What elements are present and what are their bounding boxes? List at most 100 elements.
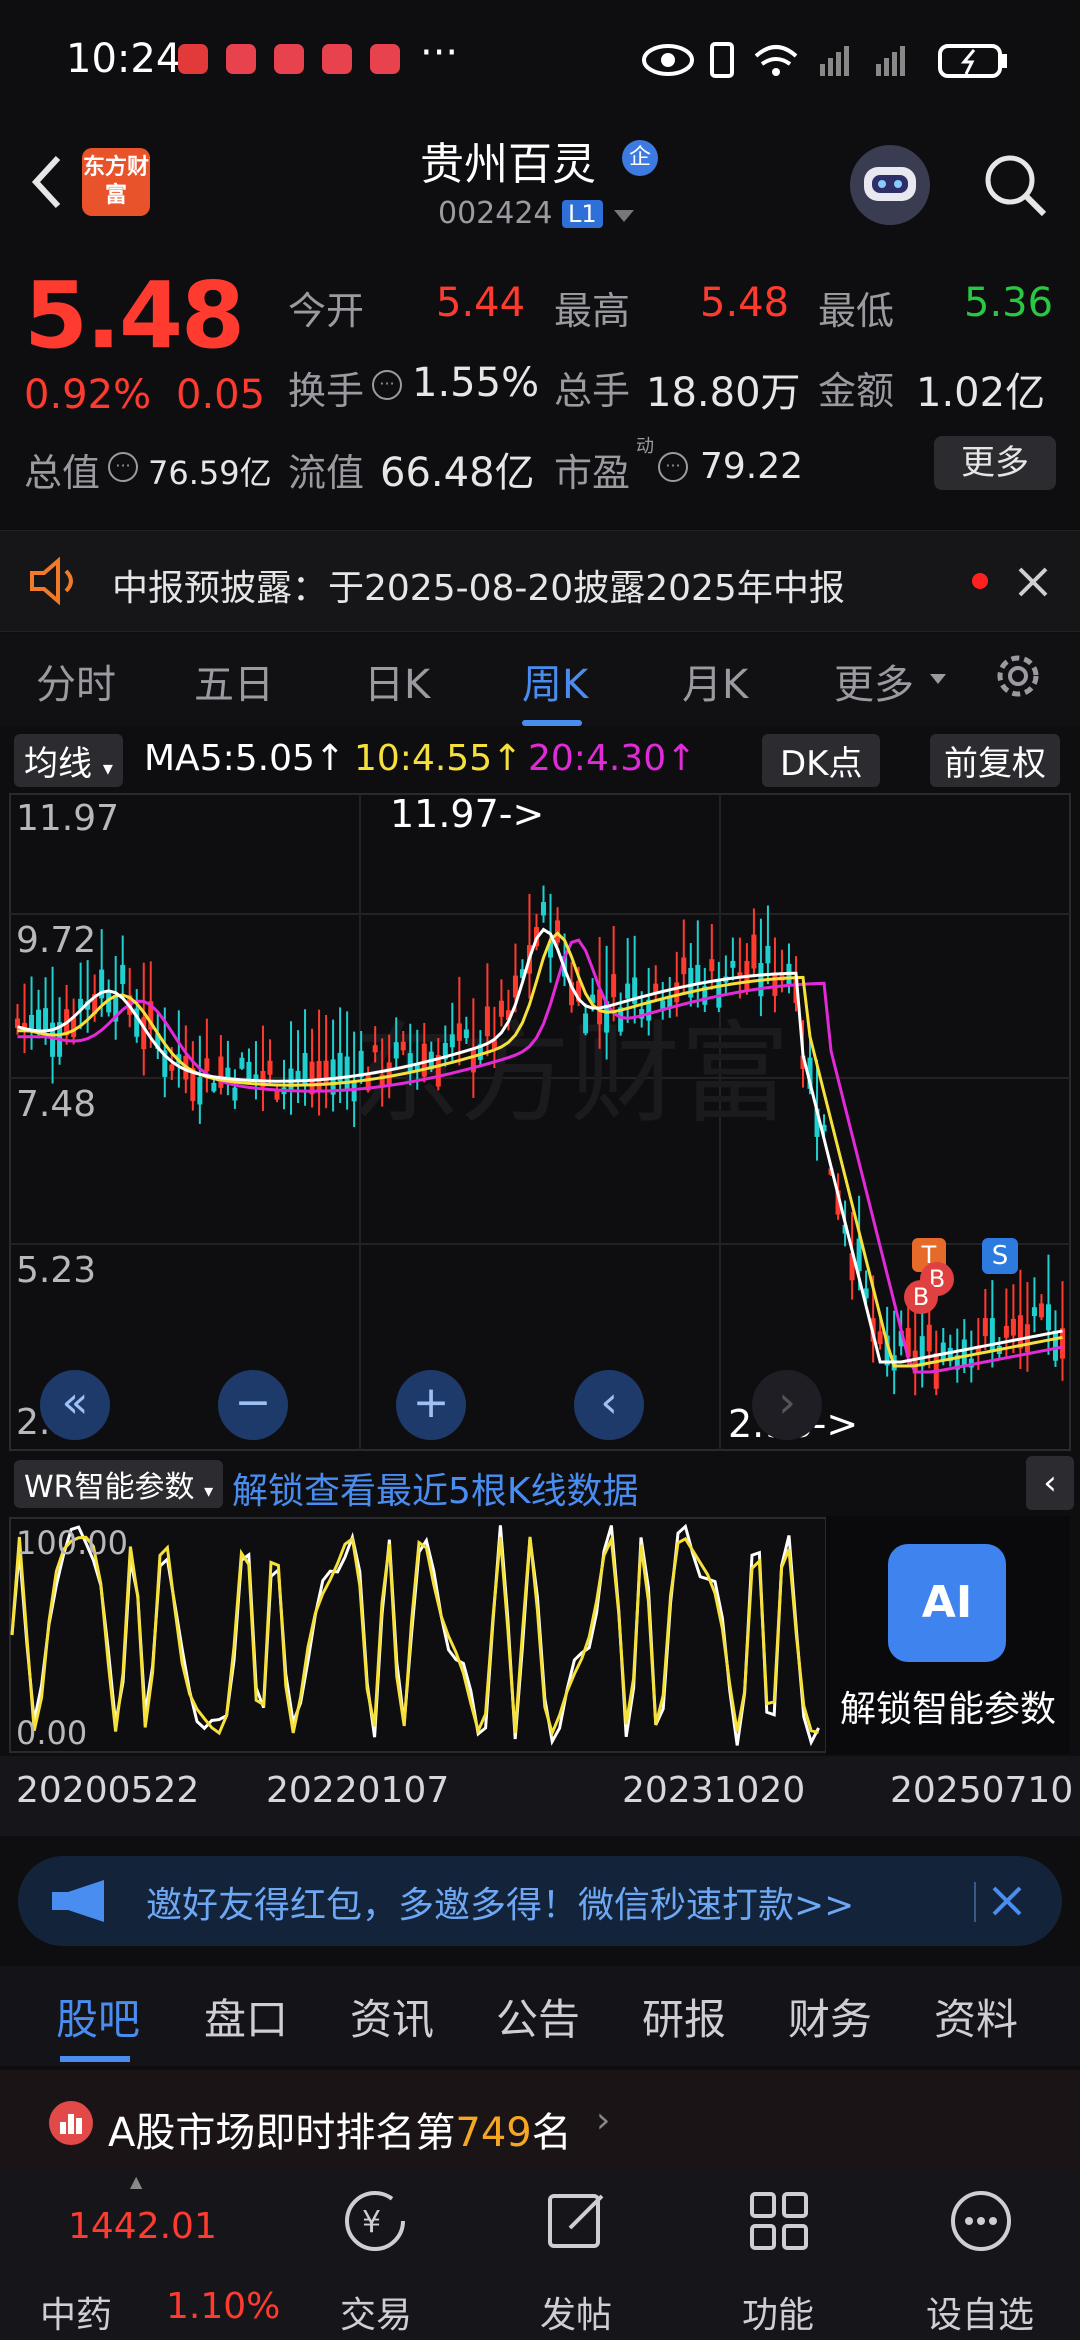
nav-post[interactable]: 发帖 <box>506 2286 646 2338</box>
candle-body <box>695 964 701 985</box>
index-name[interactable]: 中药 <box>40 2286 112 2338</box>
nav-functions[interactable]: 功能 <box>708 2286 848 2338</box>
compose-icon[interactable] <box>542 2186 612 2256</box>
active-tab-indicator <box>522 720 582 726</box>
amount-value: 1.02亿 <box>916 370 1046 416</box>
tab-announcements[interactable]: 公告 <box>496 1986 580 2047</box>
prev-button[interactable]: ‹ <box>574 1370 644 1440</box>
float-cap-label: 流值 <box>288 451 365 495</box>
vibrate-icon <box>710 42 734 78</box>
tab-news[interactable]: 资讯 <box>350 1986 434 2047</box>
notification-book-icon <box>274 44 304 74</box>
kline-chart[interactable]: 东方财富 11.97 9.72 7.48 5.23 2.98 11.97-> 2… <box>0 792 1080 1452</box>
candle-body <box>877 1331 883 1345</box>
content-tabs: 股吧 盘口 资讯 公告 研报 财务 资料 <box>0 1966 1080 2066</box>
candle-body <box>1052 1330 1058 1361</box>
candle-body <box>674 982 680 1003</box>
tab-more[interactable]: 更多 <box>834 652 914 710</box>
app-logo: 东方财富 <box>82 148 150 216</box>
gear-icon[interactable] <box>990 648 1046 704</box>
status-time: 10:24 <box>66 36 182 82</box>
robot-assistant-icon[interactable] <box>850 145 930 225</box>
low-value: 5.36 <box>964 280 1054 326</box>
candle-body <box>36 1009 42 1031</box>
next-button[interactable]: › <box>752 1370 822 1440</box>
date-label: 20250710 <box>890 1770 1074 1811</box>
market-rank-bar[interactable]: A股市场即时排名第749名 › <box>0 2070 1080 2170</box>
tab-daily-k[interactable]: 日K <box>364 652 430 710</box>
candle-body <box>169 1064 175 1071</box>
stock-name: 贵州百灵 <box>420 139 596 190</box>
ai-unlock-panel[interactable]: AI 解锁智能参数 <box>826 1516 1070 1754</box>
bottom-nav: ▲ 1442.01 中药 1.10% ¥ 交易 发帖 功能 设自选 <box>0 2170 1080 2340</box>
back-arrow-icon[interactable] <box>18 140 78 220</box>
candle-body <box>421 1043 427 1077</box>
index-change[interactable]: 1.10% <box>166 2286 280 2327</box>
collapse-panel-button[interactable]: ‹ <box>1026 1456 1074 1510</box>
nav-add-watchlist[interactable]: 设自选 <box>910 2286 1050 2338</box>
candle-body <box>204 1058 210 1072</box>
active-tab-indicator <box>60 2056 130 2062</box>
promo-text: 邀好友得红包，多邀多得！微信秒速打款>> <box>146 1885 855 1926</box>
candle-body <box>1010 1318 1016 1336</box>
close-icon[interactable] <box>1016 565 1050 599</box>
forward-adjust-button[interactable]: 前复权 <box>930 734 1060 787</box>
speaker-icon <box>30 556 73 606</box>
candle-body <box>1017 1315 1023 1349</box>
info-icon[interactable]: ··· <box>108 452 138 482</box>
price-label: 7.48 <box>16 1084 97 1125</box>
tab-forum[interactable]: 股吧 <box>56 1986 140 2047</box>
trade-icon[interactable]: ¥ <box>340 2186 410 2256</box>
grid-icon[interactable] <box>744 2186 814 2256</box>
signal-icon <box>876 46 905 76</box>
signal-b-badge[interactable]: B <box>904 1280 938 1314</box>
signal-s-badge[interactable]: S <box>982 1238 1018 1274</box>
more-circle-icon[interactable] <box>946 2186 1016 2256</box>
wr-unlock-link[interactable]: 解锁查看最近5根K线数据 <box>232 1462 639 1514</box>
chevron-right-icon: › <box>596 2100 611 2141</box>
candle-body <box>274 1091 280 1100</box>
info-icon[interactable]: ··· <box>372 370 402 400</box>
date-label: 20220107 <box>266 1770 450 1811</box>
candle-body <box>709 959 715 972</box>
info-icon[interactable]: ··· <box>658 452 688 482</box>
tab-weekly-k[interactable]: 周K <box>522 652 588 710</box>
tab-profile[interactable]: 资料 <box>934 1986 1018 2047</box>
nav-trade[interactable]: 交易 <box>306 2286 446 2338</box>
candle-body <box>239 1057 245 1069</box>
chevron-down-icon[interactable] <box>612 208 636 224</box>
stock-code: 002424 <box>438 196 553 231</box>
tab-monthly-k[interactable]: 月K <box>682 652 748 710</box>
close-icon[interactable] <box>990 1884 1024 1918</box>
notice-bar[interactable]: 中报预披露：于2025-08-20披露2025年中报 <box>0 530 1080 632</box>
tab-research[interactable]: 研报 <box>642 1986 726 2047</box>
search-icon[interactable] <box>980 150 1050 220</box>
ma-selector[interactable]: 均线 ▾ <box>14 734 123 787</box>
candle-body <box>316 1061 322 1091</box>
candle-body <box>344 1056 350 1090</box>
pe-value: 79.22 <box>700 446 804 487</box>
tab-five-day[interactable]: 五日 <box>194 652 274 710</box>
candle-body <box>484 1006 490 1037</box>
date-axis: 20200522 20220107 20231020 20250710 <box>0 1756 1080 1836</box>
index-value[interactable]: 1442.01 <box>68 2206 217 2247</box>
wr-selector[interactable]: WR智能参数 ▾ <box>14 1460 224 1508</box>
tab-order-book[interactable]: 盘口 <box>204 1986 288 2047</box>
candle-body <box>211 1082 217 1092</box>
tab-intraday[interactable]: 分时 <box>36 652 116 710</box>
promo-banner[interactable]: 邀好友得红包，多邀多得！微信秒速打款>> <box>18 1856 1062 1946</box>
zoom-in-button[interactable]: + <box>396 1370 466 1440</box>
more-quote-button[interactable]: 更多 <box>934 436 1056 490</box>
candle-body <box>372 1045 378 1053</box>
status-bar: 10:24 ··· <box>0 0 1080 125</box>
tab-finance[interactable]: 财务 <box>788 1986 872 2047</box>
svg-text:¥: ¥ <box>362 2205 381 2240</box>
candle-body <box>71 1017 77 1037</box>
level-badge[interactable]: L1 <box>562 200 603 228</box>
date-label: 20200522 <box>16 1770 200 1811</box>
dk-point-button[interactable]: DK点 <box>762 734 881 787</box>
zoom-out-button[interactable]: − <box>218 1370 288 1440</box>
open-label: 今开 <box>288 289 365 333</box>
rewind-button[interactable]: « <box>40 1370 110 1440</box>
candle-body <box>1038 1303 1044 1318</box>
